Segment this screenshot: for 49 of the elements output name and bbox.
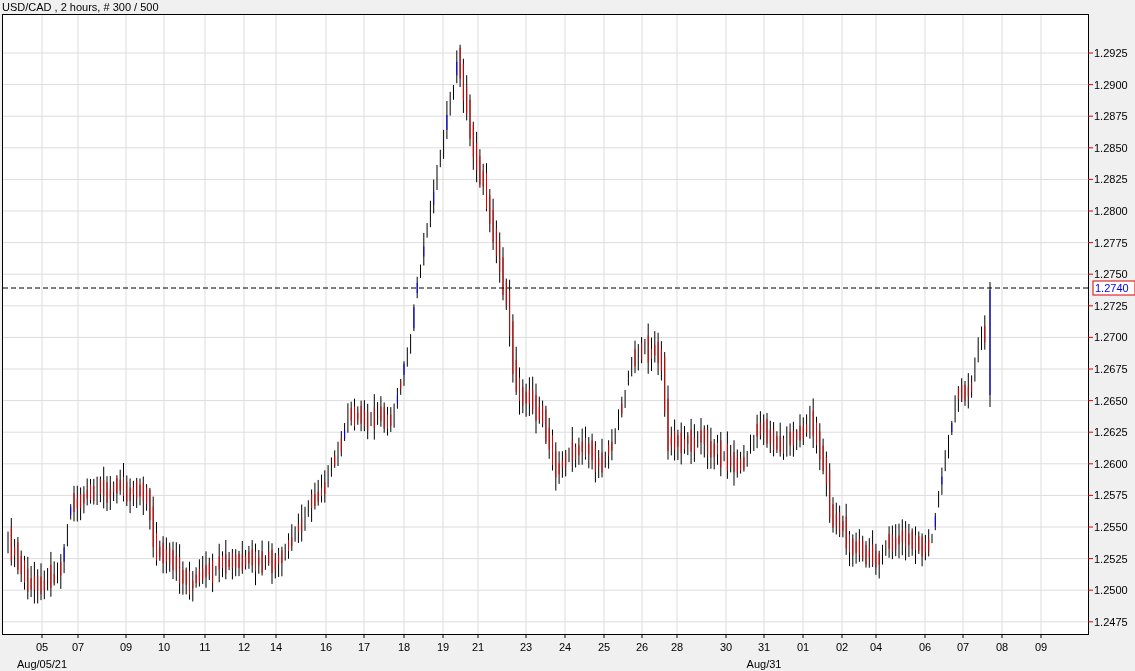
- date-tick-label: 09: [1034, 641, 1048, 653]
- date-tick-label: 21: [471, 641, 485, 653]
- price-tick-label: 1.2725: [1094, 299, 1128, 312]
- current-price-label: 1.2740: [1092, 280, 1135, 296]
- date-tick-label: 28: [670, 641, 684, 653]
- period-label: Aug/05/21: [16, 658, 68, 670]
- date-tick-label: 26: [635, 641, 649, 653]
- date-tick-label: 06: [918, 641, 932, 653]
- date-tick-label: 12: [237, 641, 251, 653]
- price-tick-label: 1.2675: [1094, 363, 1128, 375]
- period-label: Aug/31: [746, 658, 782, 670]
- date-tick-label: 10: [157, 641, 171, 653]
- price-tick-label: 1.2525: [1094, 552, 1128, 565]
- date-tick-label: 25: [597, 641, 611, 653]
- date-tick-label: 30: [719, 641, 733, 653]
- date-tick-label: 11: [199, 641, 211, 653]
- price-tick-label: 1.2550: [1094, 521, 1128, 533]
- date-tick-label: 14: [269, 641, 283, 653]
- price-tick-label: 1.2825: [1094, 173, 1128, 186]
- price-tick-label: 1.2925: [1094, 47, 1128, 59]
- date-tick-label: 01: [796, 641, 810, 653]
- date-tick-label: 23: [519, 641, 533, 653]
- date-tick-label: 05: [35, 641, 49, 653]
- date-tick-label: 18: [397, 641, 411, 653]
- price-tick-label: 1.2500: [1094, 584, 1128, 597]
- price-tick-label: 1.2800: [1094, 205, 1128, 217]
- chart-title: USD/CAD , 2 hours, # 300 / 500: [1, 0, 159, 14]
- date-tick-label: 16: [319, 641, 333, 653]
- price-tick-label: 1.2475: [1094, 615, 1128, 628]
- date-tick-label: 04: [869, 641, 883, 653]
- price-tick-label: 1.2625: [1094, 426, 1128, 439]
- price-tick-label: 1.2575: [1094, 489, 1128, 502]
- date-tick-label: 31: [757, 641, 771, 653]
- price-tick-label: 1.2650: [1094, 394, 1128, 407]
- date-tick-label: 02: [835, 641, 849, 653]
- price-tick-label: 1.2700: [1094, 331, 1128, 344]
- date-tick-label: 07: [71, 641, 85, 653]
- date-tick-label: 09: [119, 641, 133, 653]
- date-tick-label: 07: [956, 641, 970, 653]
- price-tick-label: 1.2775: [1094, 236, 1128, 249]
- price-tick-label: 1.2875: [1094, 110, 1128, 123]
- date-tick-label: 08: [995, 641, 1009, 653]
- date-tick-label: 19: [436, 641, 450, 653]
- date-tick-label: 24: [558, 641, 572, 653]
- price-tick-label: 1.2900: [1094, 78, 1128, 91]
- price-tick-label: 1.2750: [1094, 268, 1128, 281]
- date-tick-label: 17: [357, 641, 371, 653]
- price-tick-label: 1.2600: [1094, 457, 1128, 470]
- price-tick-label: 1.2850: [1094, 141, 1128, 154]
